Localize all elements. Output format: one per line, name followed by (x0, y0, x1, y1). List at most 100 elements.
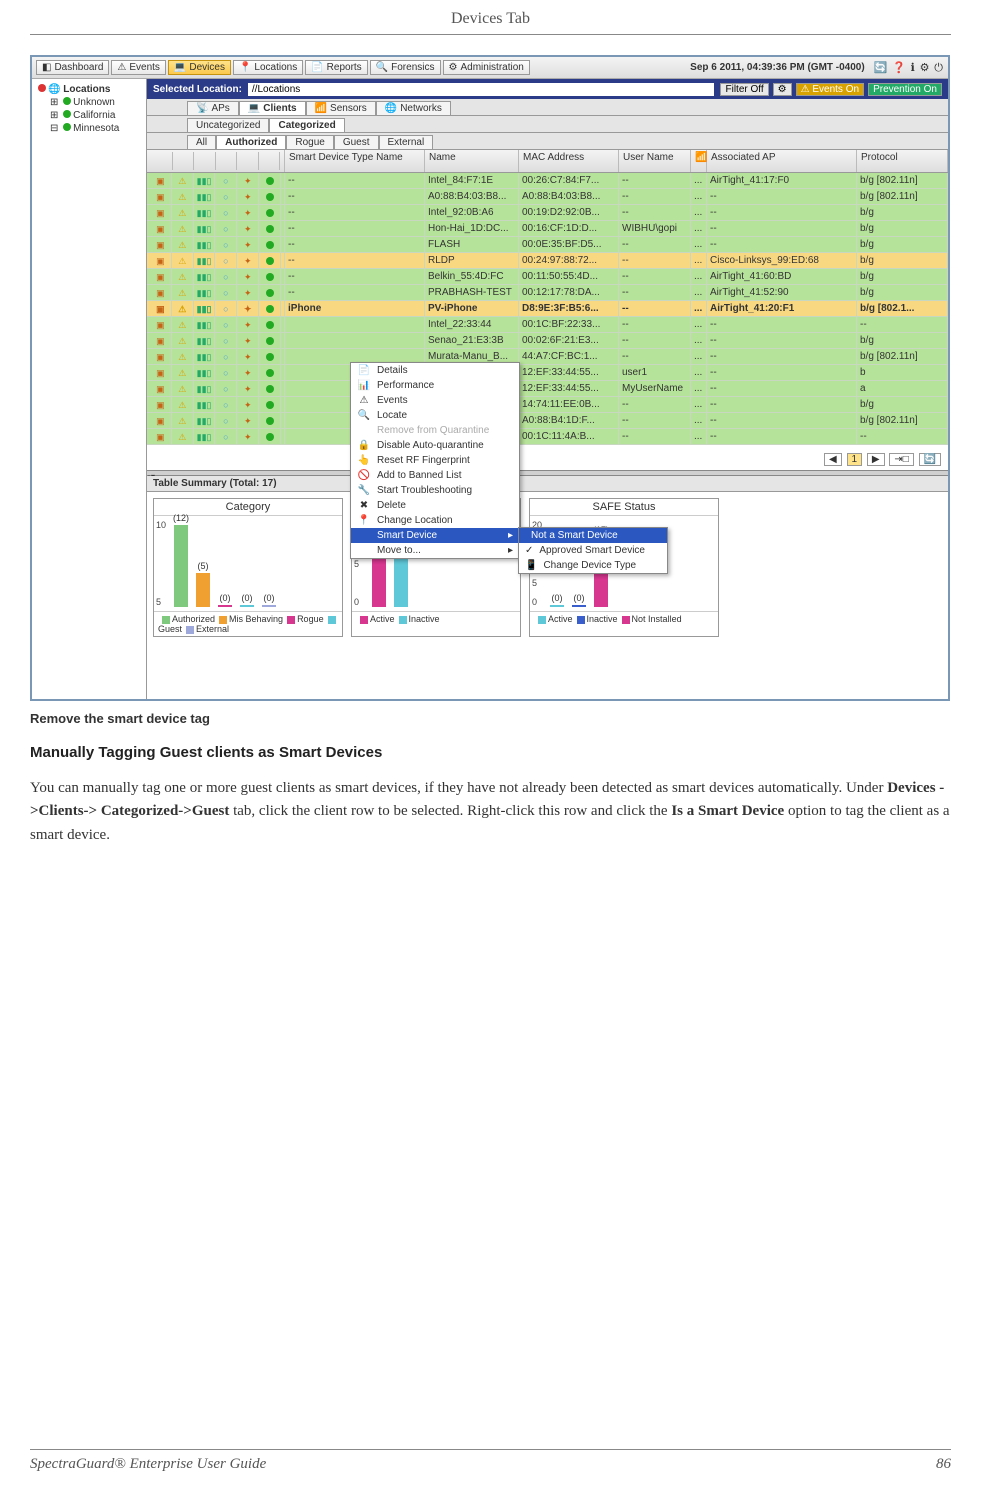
menu-item[interactable]: 📍Change Location (351, 513, 519, 528)
signal-icon: ▮▮▯ (194, 429, 216, 445)
pager-last[interactable]: ▶ (867, 453, 885, 466)
col-x[interactable]: 📶 (691, 150, 707, 172)
table-row[interactable]: ▣ ⚠ ▮▮▯ ○ ✦ -- Intel_84:F7:1E 00:26:C7:8… (147, 173, 948, 189)
logout-icon[interactable]: ⏻ (934, 62, 943, 74)
row-icon: ⚠ (172, 349, 194, 365)
pager-refresh[interactable]: 🔄 (919, 453, 941, 466)
category-tabs: Uncategorized Categorized (147, 116, 948, 133)
tab-categorized[interactable]: Categorized (269, 118, 344, 132)
menu-item[interactable]: 📄Details (351, 363, 519, 378)
tab-events[interactable]: ⚠Events (111, 60, 166, 75)
table-row[interactable]: ▣ ⚠ ▮▮▯ ○ ✦ -- Belkin_55:4D:FC 00:11:50:… (147, 269, 948, 285)
tab-external[interactable]: External (379, 135, 434, 149)
pager-first[interactable]: ◀ (824, 453, 842, 466)
menu-item[interactable]: 🔍Locate (351, 408, 519, 423)
client-grid: ▣ ⚠ ▮▮▯ ○ ✦ -- Intel_84:F7:1E 00:26:C7:8… (147, 173, 948, 445)
table-row[interactable]: ▣ ⚠ ▮▮▯ ○ ✦ -- FLASH 00:0E:35:BF:D5... -… (147, 237, 948, 253)
table-row[interactable]: ▣ ⚠ ▮▮▯ ○ ✦ Test 00:1C:11:4A:B... -- ...… (147, 429, 948, 445)
col-ap[interactable]: Associated AP (707, 150, 857, 172)
table-row[interactable]: ▣ ⚠ ▮▮▯ ○ ✦ A0:88:B4:1D:F... A0:88:B4:1D… (147, 413, 948, 429)
filter-button[interactable]: Filter Off (720, 83, 768, 96)
table-row[interactable]: ▣ ⚠ ▮▮▯ ○ ✦ -- Hon-Hai_1D:DC... 00:16:CF… (147, 221, 948, 237)
tab-reports[interactable]: 📄Reports (305, 60, 367, 75)
prevention-toggle[interactable]: Prevention On (868, 83, 942, 96)
submenu-item[interactable]: 📱Change Device Type (519, 558, 667, 573)
tree-item[interactable]: ⊞ Unknown (36, 96, 142, 109)
tab-guest[interactable]: Guest (334, 135, 379, 149)
row-icon: ✦ (237, 429, 259, 445)
menu-item[interactable]: ✖Delete (351, 498, 519, 513)
filter-settings-icon[interactable]: ⚙ (773, 83, 792, 96)
submenu-item[interactable]: ✓Approved Smart Device (519, 543, 667, 558)
tab-sensors[interactable]: 📶Sensors (306, 101, 376, 115)
table-row[interactable]: ▣ ⚠ ▮▮▯ ○ ✦ MyName 12:EF:33:44:55... MyU… (147, 381, 948, 397)
table-row[interactable]: ▣ ⚠ ▮▮▯ ○ ✦ Senao_21:E3:3B 00:02:6F:21:E… (147, 333, 948, 349)
location-path[interactable]: //Locations (248, 83, 715, 96)
menu-item[interactable]: 👆Reset RF Fingerprint (351, 453, 519, 468)
menu-item[interactable]: Smart Device▸ (351, 528, 519, 543)
row-icon: ○ (215, 429, 237, 445)
events-toggle[interactable]: ⚠ Events On (796, 83, 864, 96)
table-row[interactable]: ▣ ⚠ ▮▮▯ ○ ✦ -- Intel_92:0B:A6 00:19:D2:9… (147, 205, 948, 221)
row-icon: ○ (215, 205, 237, 221)
menu-item-icon: 🔧 (357, 485, 371, 496)
table-row[interactable]: ▣ ⚠ ▮▮▯ ○ ✦ -- A0:88:B4:03:B8... A0:88:B… (147, 189, 948, 205)
footer-page: 86 (936, 1456, 951, 1473)
tab-forensics[interactable]: 🔍Forensics (370, 60, 441, 75)
tab-devices[interactable]: 💻Devices (168, 60, 231, 75)
row-icon: ▣ (150, 205, 172, 221)
context-menu[interactable]: 📄Details📊Performance⚠Events🔍LocateRemove… (350, 362, 520, 559)
table-row[interactable]: ▣ ⚠ ▮▮▯ ○ ✦ -- PRABHASH-TEST 00:12:17:78… (147, 285, 948, 301)
table-row[interactable]: ▣ ⚠ ▮▮▯ ○ ✦ name 12:EF:33:44:55... user1… (147, 365, 948, 381)
col-protocol[interactable]: Protocol (857, 150, 948, 172)
col-name[interactable]: Name (425, 150, 519, 172)
menu-item-icon: ⚠ (357, 395, 371, 406)
smart-device-submenu[interactable]: Not a Smart Device✓Approved Smart Device… (518, 527, 668, 574)
table-row[interactable]: ▣ ⚠ ▮▮▯ ○ ✦ iPhone PV-iPhone D8:9E:3F:B5… (147, 301, 948, 317)
tree-item[interactable]: ⊟ Minnesota (36, 122, 142, 135)
tree-item[interactable]: ⊞ California (36, 109, 142, 122)
menu-item[interactable]: 📊Performance (351, 378, 519, 393)
menu-item[interactable]: Move to...▸ (351, 543, 519, 558)
pager-goto[interactable]: ⇥□ (889, 453, 913, 466)
tree-root[interactable]: 🌐 Locations (36, 83, 142, 96)
col-mac[interactable]: MAC Address (519, 150, 619, 172)
row-icon: ✦ (237, 173, 259, 189)
table-row[interactable]: ▣ ⚠ ▮▮▯ ○ ✦ Murata-Manu_B... 44:A7:CF:BC… (147, 349, 948, 365)
refresh-icon[interactable]: 🔄 (874, 62, 888, 74)
tab-locations[interactable]: 📍Locations (233, 60, 303, 75)
menu-item[interactable]: 🚫Add to Banned List (351, 468, 519, 483)
tab-networks[interactable]: 🌐Networks (376, 101, 451, 115)
info-icon[interactable]: ℹ (911, 62, 915, 74)
col-user[interactable]: User Name (619, 150, 691, 172)
settings-icon[interactable]: ⚙ (920, 62, 930, 74)
table-row[interactable]: ▣ ⚠ ▮▮▯ ○ ✦ -- RLDP 00:24:97:88:72... --… (147, 253, 948, 269)
tab-authorized[interactable]: Authorized (216, 135, 286, 149)
tab-rogue[interactable]: Rogue (286, 135, 333, 149)
table-row[interactable]: ▣ ⚠ ▮▮▯ ○ ✦ 14:74:11:EE:0B... 14:74:11:E… (147, 397, 948, 413)
submenu-item-icon: 📱 (525, 560, 537, 571)
signal-icon: ▮▮▯ (194, 269, 216, 285)
pager-current[interactable]: 1 (847, 453, 863, 466)
tab-aps[interactable]: 📡APs (187, 101, 239, 115)
tab-all[interactable]: All (187, 135, 216, 149)
tab-dashboard[interactable]: ◧Dashboard (36, 60, 109, 75)
tab-clients[interactable]: 💻Clients (239, 101, 306, 115)
tab-administration[interactable]: ⚙Administration (443, 60, 530, 75)
events-icon: ⚠ (117, 62, 126, 73)
tab-uncategorized[interactable]: Uncategorized (187, 118, 269, 132)
submenu-item[interactable]: Not a Smart Device (519, 528, 667, 543)
status-icon (259, 205, 281, 221)
forensics-icon: 🔍 (376, 62, 388, 73)
sensor-icon: 📶 (315, 103, 327, 114)
status-icon (259, 269, 281, 285)
help-icon[interactable]: ❓ (892, 62, 906, 74)
table-row[interactable]: ▣ ⚠ ▮▮▯ ○ ✦ Intel_22:33:44 00:1C:BF:22:3… (147, 317, 948, 333)
status-icon (259, 221, 281, 237)
col-smart-device[interactable]: Smart Device Type Name (285, 150, 425, 172)
menu-item[interactable]: 🔒Disable Auto-quarantine (351, 438, 519, 453)
menu-item[interactable]: 🔧Start Troubleshooting (351, 483, 519, 498)
status-icon (259, 173, 281, 189)
menu-item[interactable]: ⚠Events (351, 393, 519, 408)
row-icon: ▣ (150, 333, 172, 349)
